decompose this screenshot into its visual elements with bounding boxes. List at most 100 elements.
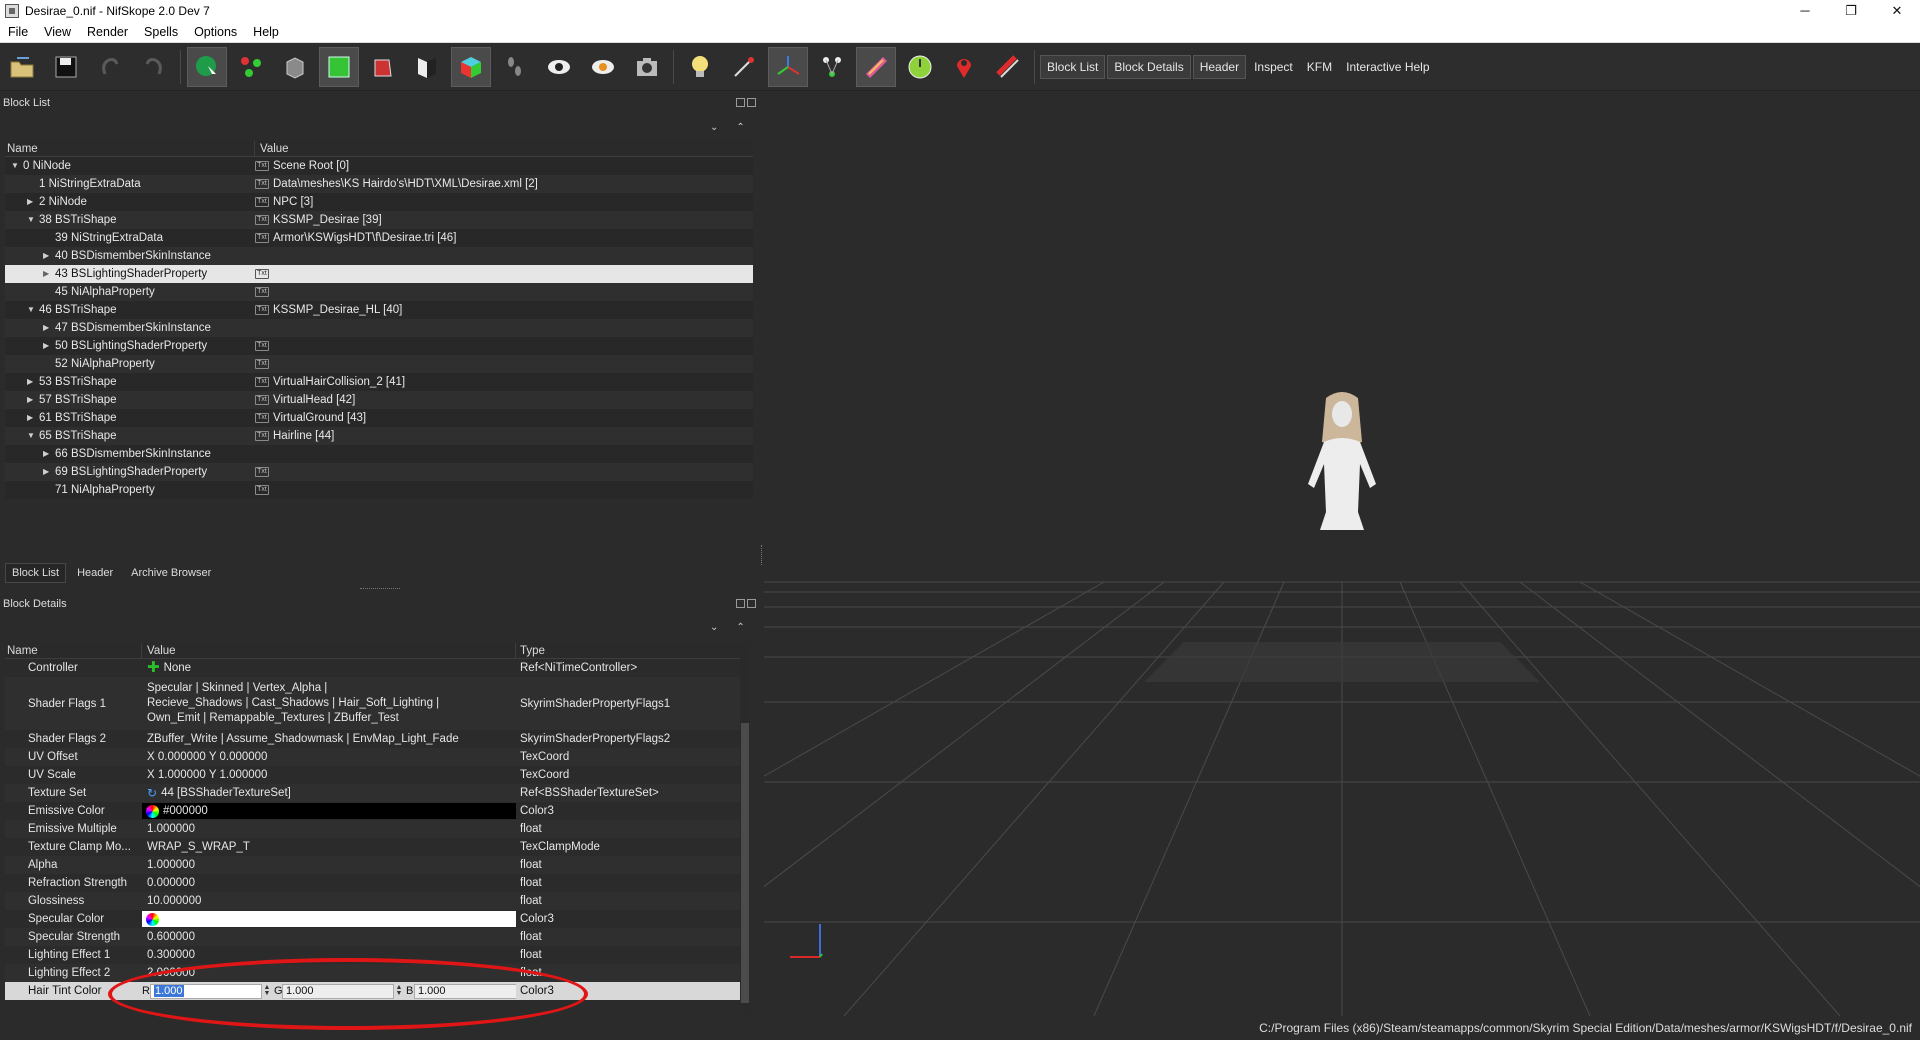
block-list-row[interactable]: ▶ 53 BSTriShape Txt VirtualHairCollision_2 … [5, 373, 753, 391]
block-list-row[interactable]: ▶ 50 BSLightingShaderProperty Txt [5, 337, 753, 355]
column-name-header[interactable]: Name [5, 141, 255, 156]
expand-all-icon[interactable]: ⌄ [710, 122, 718, 133]
toggle-hidden-havok-button[interactable] [988, 47, 1028, 87]
screenshot-button[interactable] [627, 47, 667, 87]
spin-arrows-icon[interactable]: ▲ ▼ [262, 984, 272, 997]
expanded-arrow-icon[interactable]: ▼ [27, 427, 35, 445]
block-list-row[interactable]: 45 NiAlphaProperty Txt [5, 283, 753, 301]
block-list-row[interactable]: ▶ 47 BSDismemberSkinInstance [5, 319, 753, 337]
block-list-row[interactable]: ▶ 69 BSLightingShaderProperty Txt [5, 463, 753, 481]
toggle-inspect-button[interactable]: Inspect [1248, 56, 1299, 78]
color-wheel-icon[interactable] [146, 912, 159, 926]
hair-tint-color-row[interactable]: Hair Tint Color R 1.000 ▲ ▼ G 1.000 ▲ ▼ B … [5, 982, 740, 1000]
tab-block-list[interactable]: Block List [5, 563, 67, 583]
open-file-button[interactable] [2, 47, 42, 87]
field-value[interactable]: Specular | Skinned | Vertex_Alpha | Recie… [142, 677, 516, 730]
restore-button[interactable]: ❐ [1828, 0, 1874, 22]
collapsed-arrow-icon[interactable]: ▶ [43, 337, 49, 355]
field-value[interactable]: #000000 [142, 802, 516, 820]
add-reference-icon[interactable]: ✚ [147, 660, 160, 675]
toggle-block-details-button[interactable]: Block Details [1107, 54, 1191, 79]
toggle-footprints-button[interactable] [495, 47, 535, 87]
expanded-arrow-icon[interactable]: ▼ [11, 157, 19, 175]
toggle-hidden-button[interactable] [583, 47, 623, 87]
block-list-row[interactable]: ▼ 38 BSTriShape Txt KSSMP_Desirae [39] [5, 211, 753, 229]
field-value[interactable]: 2.000000 [142, 964, 516, 982]
block-list-row[interactable]: ▼ 0 NiNode Txt Scene Root [0] [5, 157, 753, 175]
expand-all-icon[interactable]: ⌄ [710, 622, 718, 633]
view-solid-button[interactable] [319, 46, 359, 87]
toggle-axes-button[interactable] [768, 46, 808, 87]
block-list-row[interactable]: ▶ 2 NiNode Txt NPC [3] [5, 193, 753, 211]
float-panel-icon[interactable] [736, 599, 745, 608]
collapse-all-icon[interactable]: ⌃ [736, 622, 744, 633]
field-value[interactable]: ↻ 44 [BSShaderTextureSet] [142, 784, 516, 802]
red-spinbox[interactable]: R 1.000 ▲ ▼ [142, 982, 274, 1000]
column-value-header[interactable]: Value [255, 141, 289, 156]
select-vertex-button[interactable] [231, 47, 271, 87]
color-swatch[interactable]: #000000 [142, 803, 516, 819]
toggle-bounds-button[interactable] [900, 47, 940, 87]
field-value[interactable]: X 0.000000 Y 0.000000 [142, 748, 516, 766]
collapsed-arrow-icon[interactable]: ▶ [27, 193, 33, 211]
color-swatch[interactable] [142, 911, 516, 927]
block-list-row[interactable]: ▶ 61 BSTriShape Txt VirtualGround [43] [5, 409, 753, 427]
expanded-arrow-icon[interactable]: ▼ [27, 211, 35, 229]
menu-view[interactable]: View [36, 25, 79, 39]
block-list-row[interactable]: ▶ 66 BSDismemberSkinInstance [5, 445, 753, 463]
view-textured-button[interactable] [451, 46, 491, 87]
block-list-row[interactable]: ▶ 57 BSTriShape Txt VirtualHead [42] [5, 391, 753, 409]
collapse-all-icon[interactable]: ⌃ [736, 122, 744, 133]
horizontal-splitter-handle[interactable] [360, 588, 400, 590]
field-value[interactable]: 10.000000 [142, 892, 516, 910]
3d-viewport[interactable] [764, 92, 1920, 1016]
detail-row[interactable]: UV Offset X 0.000000 Y 0.000000 TexCoord [5, 748, 740, 766]
block-list-row[interactable]: 52 NiAlphaProperty Txt [5, 355, 753, 373]
tab-header[interactable]: Header [70, 563, 120, 583]
detail-row[interactable]: Texture Clamp Mo... WRAP_S_WRAP_T TexClamp… [5, 838, 740, 856]
detail-row[interactable]: Emissive Multiple 1.000000 float [5, 820, 740, 838]
vertical-splitter-handle[interactable] [761, 545, 763, 565]
detail-row[interactable]: Specular Color Color3 [5, 910, 740, 928]
column-value-header[interactable]: Value [142, 643, 516, 658]
redo-button[interactable] [134, 47, 174, 87]
block-list-row[interactable]: ▶ 43 BSLightingShaderProperty Txt [5, 265, 753, 283]
color-wheel-icon[interactable] [146, 804, 159, 818]
green-spinbox[interactable]: G 1.000 ▲ ▼ [274, 982, 406, 1000]
detail-row[interactable]: Glossiness 10.000000 float [5, 892, 740, 910]
detail-row[interactable]: Lighting Effect 1 0.300000 float [5, 946, 740, 964]
column-name-header[interactable]: Name [5, 643, 142, 658]
minimize-button[interactable]: ─ [1782, 0, 1828, 22]
block-list-row[interactable]: ▼ 65 BSTriShape Txt Hairline [44] [5, 427, 753, 445]
toggle-block-list-button[interactable]: Block List [1040, 54, 1106, 79]
scrollbar-thumb[interactable] [741, 723, 749, 1003]
undo-button[interactable] [90, 47, 130, 87]
field-value[interactable]: WRAP_S_WRAP_T [142, 838, 516, 856]
block-list-row[interactable]: 39 NiStringExtraData Txt Armor\KSWigsHDT\f… [5, 229, 753, 247]
block-list-row[interactable]: ▶ 40 BSDismemberSkinInstance [5, 247, 753, 265]
field-value[interactable] [142, 910, 516, 928]
character-model[interactable] [1308, 392, 1376, 530]
toggle-header-button[interactable]: Header [1192, 54, 1247, 79]
details-scrollbar[interactable] [740, 643, 750, 1013]
close-button[interactable]: ✕ [1874, 0, 1920, 22]
close-panel-icon[interactable] [747, 98, 756, 107]
field-value[interactable]: 0.000000 [142, 874, 516, 892]
close-panel-icon[interactable] [747, 599, 756, 608]
detail-row[interactable]: Emissive Color #000000 Color3 [5, 802, 740, 820]
float-panel-icon[interactable] [736, 98, 745, 107]
block-list-row[interactable]: 71 NiAlphaProperty Txt [5, 481, 753, 499]
menu-options[interactable]: Options [186, 25, 245, 39]
menu-render[interactable]: Render [79, 25, 136, 39]
field-value[interactable]: X 1.000000 Y 1.000000 [142, 766, 516, 784]
detail-row[interactable]: Shader Flags 2 ZBuffer_Write | Assume_Sha… [5, 730, 740, 748]
toggle-constraints-button[interactable] [856, 46, 896, 87]
detail-row[interactable]: Specular Strength 0.600000 float [5, 928, 740, 946]
interactive-help-button[interactable]: Interactive Help [1340, 56, 1435, 78]
collapsed-arrow-icon[interactable]: ▶ [43, 445, 49, 463]
field-value[interactable]: ✚ None [142, 659, 516, 677]
field-value[interactable]: 0.600000 [142, 928, 516, 946]
toggle-nodes-button[interactable] [812, 47, 852, 87]
select-object-button[interactable] [187, 46, 227, 87]
green-input[interactable]: 1.000 [282, 983, 394, 999]
